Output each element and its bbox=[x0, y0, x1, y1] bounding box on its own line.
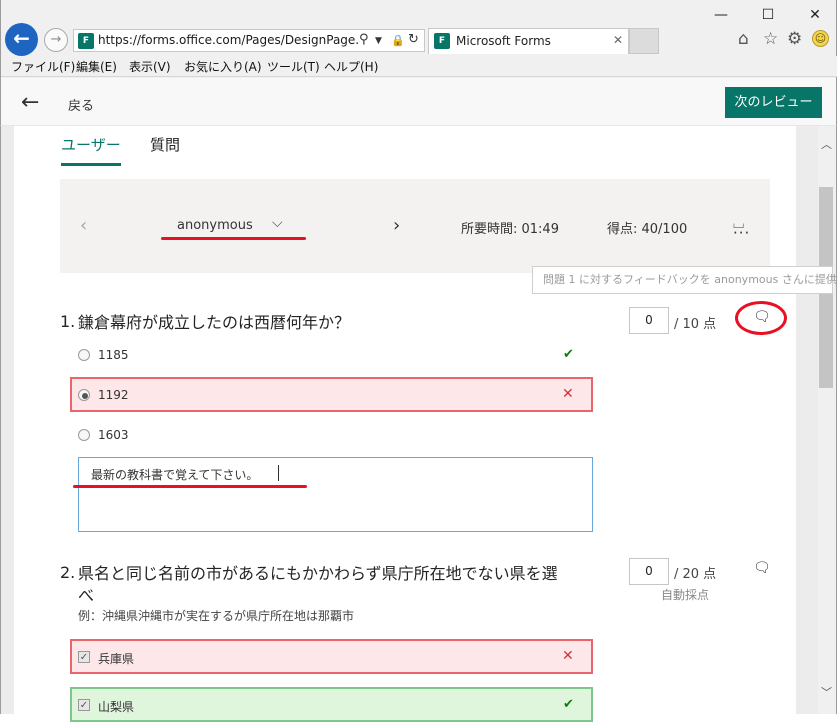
browser-chrome: — ☐ ✕ ← → F https://forms.office.com/Pag… bbox=[0, 0, 837, 78]
checkbox-checked: ✓ bbox=[78, 699, 90, 711]
app-header: ← 戻る 次のレビュー bbox=[0, 78, 837, 126]
time-taken: 所要時間: 01:49 bbox=[461, 222, 559, 237]
menu-tools[interactable]: ツール(T) bbox=[267, 58, 320, 75]
url-text[interactable]: https://forms.office.com/Pages/DesignPag… bbox=[98, 33, 360, 47]
text-caret bbox=[278, 465, 279, 481]
content-frame-right bbox=[796, 126, 818, 714]
dropdown-icon[interactable]: ▼ bbox=[375, 36, 382, 46]
address-bar[interactable]: F https://forms.office.com/Pages/DesignP… bbox=[73, 29, 425, 52]
next-response-chevron-icon[interactable]: › bbox=[393, 215, 400, 236]
minimize-icon[interactable]: — bbox=[707, 6, 735, 24]
points-input[interactable]: 0 bbox=[629, 558, 669, 585]
lock-icon[interactable]: 🔒 bbox=[391, 34, 405, 47]
correct-check-icon: ✔ bbox=[563, 347, 574, 362]
feedback-text[interactable]: 最新の教科書で覚えて下さい。 bbox=[91, 466, 258, 483]
question-subtitle: 例：沖縄県沖縄市が実在するが県庁所在地は那覇市 bbox=[78, 609, 355, 623]
menu-edit[interactable]: 編集(E) bbox=[76, 58, 117, 75]
auto-grade-label: 自動採点 bbox=[661, 588, 710, 602]
search-icon[interactable]: ⚲ bbox=[359, 32, 369, 47]
forward-arrow-icon[interactable]: → bbox=[44, 28, 68, 52]
menu-favorites[interactable]: お気に入り(A) bbox=[184, 58, 262, 75]
points-max: / 20 点 bbox=[674, 567, 717, 582]
incorrect-x-icon: ✕ bbox=[562, 386, 574, 402]
home-icon[interactable]: ⌂ bbox=[738, 29, 749, 49]
tab-title: Microsoft Forms bbox=[456, 34, 551, 48]
feedback-tooltip: 問題 1 に対するフィードバックを anonymous さんに提供する bbox=[532, 266, 837, 294]
radio-button bbox=[78, 429, 90, 441]
forms-favicon-icon: F bbox=[78, 33, 94, 49]
points-max: / 10 点 bbox=[674, 317, 717, 332]
previous-response-chevron-icon[interactable]: ‹ bbox=[80, 215, 87, 236]
chevron-down-icon[interactable]: ⌵ bbox=[272, 215, 283, 231]
annotation-circle bbox=[735, 301, 787, 335]
tab-close-icon[interactable]: ✕ bbox=[613, 33, 623, 47]
more-options-icon[interactable]: ··· bbox=[733, 224, 750, 242]
refresh-icon[interactable]: ↻ bbox=[408, 32, 419, 47]
menu-file[interactable]: ファイル(F) bbox=[11, 58, 75, 75]
question-title: 鎌倉幕府が成立したのは西暦何年か？ bbox=[78, 313, 351, 332]
selected-wrong-option bbox=[70, 377, 593, 412]
question-title: 県名と同じ名前の市があるにもかかわらず県庁所在地でない県を選 bbox=[78, 564, 558, 583]
option-label: 1192 bbox=[98, 388, 129, 402]
annotation-underline bbox=[73, 485, 307, 488]
selected-correct-option bbox=[70, 687, 593, 722]
checkbox-checked: ✓ bbox=[78, 651, 90, 663]
selected-wrong-option bbox=[70, 639, 593, 674]
radio-button bbox=[78, 349, 90, 361]
score: 得点: 40/100 bbox=[607, 222, 688, 237]
option-label: 山梨県 bbox=[98, 700, 135, 714]
option-label: 1603 bbox=[98, 428, 129, 442]
close-icon[interactable]: ✕ bbox=[801, 6, 829, 24]
correct-check-icon: ✔ bbox=[563, 697, 574, 712]
question-number: 1. bbox=[60, 312, 76, 331]
new-tab-button[interactable] bbox=[629, 28, 659, 54]
menu-bar: ファイル(F) 編集(E) 表示(V) お気に入り(A) ツール(T) ヘルプ(… bbox=[1, 56, 837, 77]
scroll-up-icon[interactable]: ︿ bbox=[818, 136, 835, 152]
menu-view[interactable]: 表示(V) bbox=[129, 58, 171, 75]
feedback-smiley-icon[interactable]: ☺ bbox=[812, 30, 829, 47]
favorites-star-icon[interactable]: ☆ bbox=[763, 29, 778, 49]
points-input[interactable]: 0 bbox=[629, 307, 669, 334]
annotation-underline bbox=[161, 237, 306, 240]
radio-button-selected bbox=[78, 389, 90, 401]
next-review-button[interactable]: 次のレビュー bbox=[725, 87, 822, 118]
comment-icon[interactable]: 🗨 bbox=[753, 560, 771, 576]
back-label[interactable]: 戻る bbox=[68, 95, 94, 114]
back-arrow-icon[interactable]: ← bbox=[5, 23, 38, 56]
incorrect-x-icon: ✕ bbox=[562, 648, 574, 664]
browser-tab[interactable]: F Microsoft Forms ✕ bbox=[428, 28, 629, 54]
maximize-icon[interactable]: ☐ bbox=[754, 6, 782, 24]
forms-favicon-icon: F bbox=[434, 33, 450, 49]
feedback-textarea[interactable]: 最新の教科書で覚えて下さい。 bbox=[78, 457, 593, 532]
tab-questions[interactable]: 質問 bbox=[150, 134, 180, 155]
tab-users[interactable]: ユーザー bbox=[61, 134, 121, 155]
option-label: 1185 bbox=[98, 348, 129, 362]
respondent-name[interactable]: anonymous bbox=[177, 218, 253, 233]
back-arrow-icon[interactable]: ← bbox=[21, 90, 39, 115]
content-frame-left bbox=[0, 126, 14, 714]
menu-help[interactable]: ヘルプ(H) bbox=[324, 58, 378, 75]
option-label: 兵庫県 bbox=[98, 652, 135, 666]
settings-gear-icon[interactable]: ⚙ bbox=[787, 29, 802, 49]
question-title-cont: べ bbox=[78, 586, 95, 605]
tab-users-underline bbox=[61, 163, 121, 166]
scroll-down-icon[interactable]: ﹀ bbox=[818, 684, 835, 700]
question-number: 2. bbox=[60, 563, 76, 582]
